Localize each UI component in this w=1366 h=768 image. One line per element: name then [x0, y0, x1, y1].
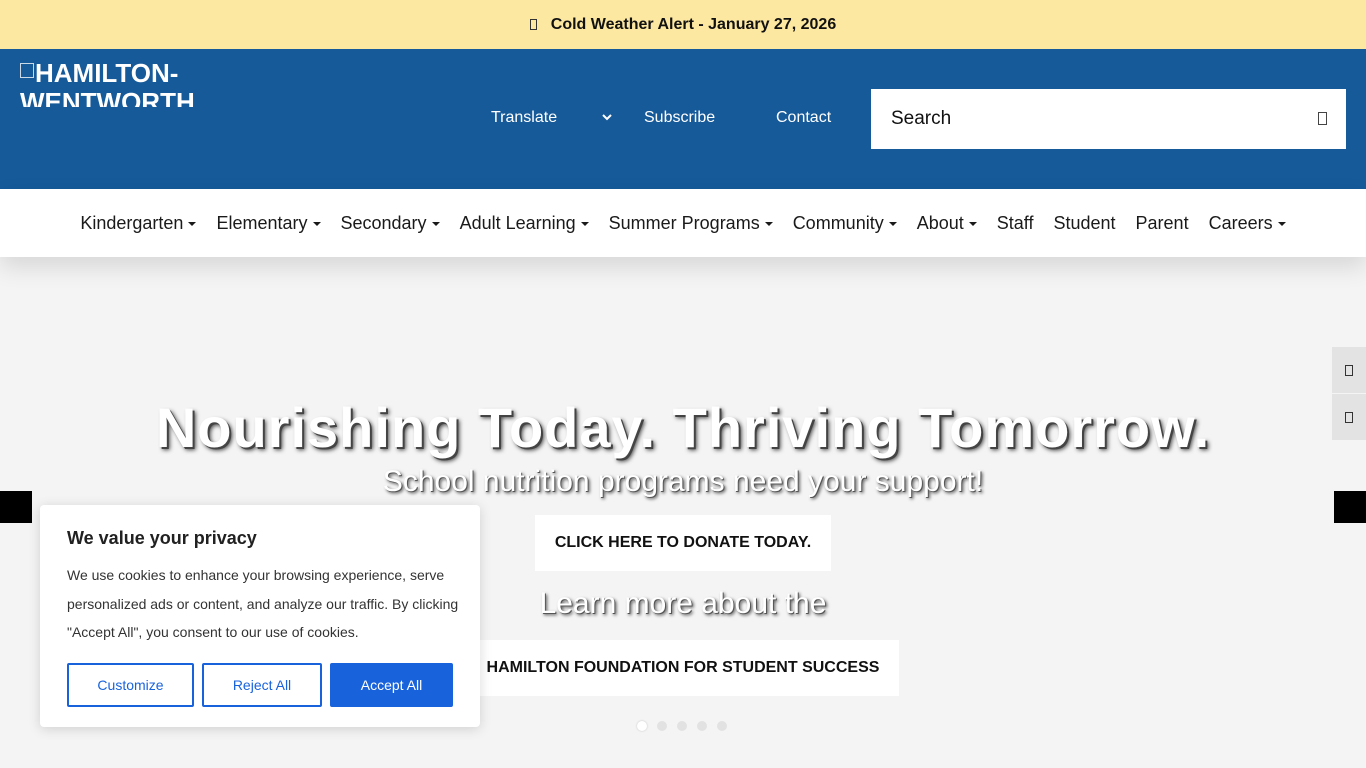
search-input[interactable]: [871, 108, 1291, 130]
caret-down-icon: [968, 222, 977, 226]
search-box: [871, 89, 1346, 149]
side-widget-button[interactable]: [1332, 394, 1366, 440]
nav-label: Summer Programs: [608, 212, 760, 233]
cookie-title: We value your privacy: [67, 528, 257, 548]
alert-box-icon: [529, 19, 537, 30]
nav-item-careers[interactable]: Careers: [1209, 213, 1286, 234]
main-nav: Kindergarten Elementary Secondary Adult …: [0, 189, 1366, 257]
nav-item-about[interactable]: About: [917, 213, 977, 234]
nav-item-elementary[interactable]: Elementary: [216, 212, 321, 234]
donate-button[interactable]: CLICK HERE TO DONATE TODAY.: [535, 515, 831, 571]
cookie-consent-banner: We value your privacy We use cookies to …: [40, 505, 480, 727]
hero-title: Nourishing Today. Thriving Tomorrow.: [155, 396, 1211, 459]
slider-dot[interactable]: [677, 721, 687, 731]
nav-item-parent[interactable]: Parent: [1136, 213, 1189, 234]
caret-down-icon: [312, 222, 321, 226]
nav-label: Staff: [996, 212, 1034, 233]
nav-label: About: [916, 212, 964, 233]
caret-down-icon: [188, 222, 197, 226]
nav-item-adult-learning[interactable]: Adult Learning: [460, 213, 589, 234]
subscribe-link[interactable]: Subscribe: [644, 109, 715, 127]
nav-item-staff[interactable]: Staff: [997, 213, 1034, 234]
nav-item-secondary[interactable]: Secondary: [341, 213, 440, 234]
contact-link[interactable]: Contact: [776, 109, 831, 127]
cookie-body: We use cookies to enhance your browsing …: [67, 567, 459, 640]
broken-image-icon: [20, 63, 34, 78]
caret-down-icon: [888, 222, 897, 226]
logo-alt-text: HAMILTON-WENTWORTH: [20, 59, 195, 107]
nav-label: Secondary: [340, 212, 427, 233]
slider-dot[interactable]: [697, 721, 707, 731]
nav-label: Parent: [1135, 212, 1189, 233]
foundation-button[interactable]: HAMILTON FOUNDATION FOR STUDENT SUCCESS: [467, 640, 899, 696]
nav-label: Careers: [1208, 212, 1273, 233]
slider-dot[interactable]: [717, 721, 727, 731]
widget-box-icon: [1345, 364, 1353, 376]
nav-item-summer-programs[interactable]: Summer Programs: [609, 213, 773, 234]
chevron-down-icon[interactable]: [600, 110, 614, 124]
nav-label: Student: [1053, 212, 1116, 233]
nav-item-student[interactable]: Student: [1053, 213, 1115, 234]
customize-button[interactable]: Customize: [67, 663, 194, 707]
nav-label: Kindergarten: [80, 212, 184, 233]
slider-dot[interactable]: [637, 721, 647, 731]
alert-text[interactable]: Cold Weather Alert - January 27, 2026: [551, 16, 836, 34]
slider-next-button[interactable]: [1334, 491, 1366, 523]
accept-all-button[interactable]: Accept All: [330, 663, 453, 707]
nav-item-community[interactable]: Community: [793, 213, 897, 234]
search-icon[interactable]: [1318, 112, 1327, 125]
caret-down-icon: [431, 222, 440, 226]
alert-bar[interactable]: Cold Weather Alert - January 27, 2026: [0, 0, 1366, 49]
nav-label: Community: [792, 212, 884, 233]
caret-down-icon: [764, 222, 773, 226]
site-logo[interactable]: HAMILTON-WENTWORTH: [20, 59, 204, 107]
slider-dot[interactable]: [657, 721, 667, 731]
slider-dots: [637, 721, 727, 731]
side-widget-button[interactable]: [1332, 347, 1366, 393]
nav-label: Adult Learning: [459, 212, 576, 233]
translate-link[interactable]: Translate: [491, 109, 557, 127]
nav-label: Elementary: [216, 212, 308, 233]
slider-prev-button[interactable]: [0, 491, 32, 523]
hero-subtitle: School nutrition programs need your supp…: [382, 465, 984, 498]
nav-item-kindergarten[interactable]: Kindergarten: [80, 212, 197, 234]
site-header: HAMILTON-WENTWORTH Translate Subscribe C…: [0, 49, 1366, 189]
reject-all-button[interactable]: Reject All: [202, 663, 322, 707]
caret-down-icon: [580, 222, 589, 226]
caret-down-icon: [1277, 222, 1286, 226]
widget-box-icon: [1345, 411, 1353, 423]
